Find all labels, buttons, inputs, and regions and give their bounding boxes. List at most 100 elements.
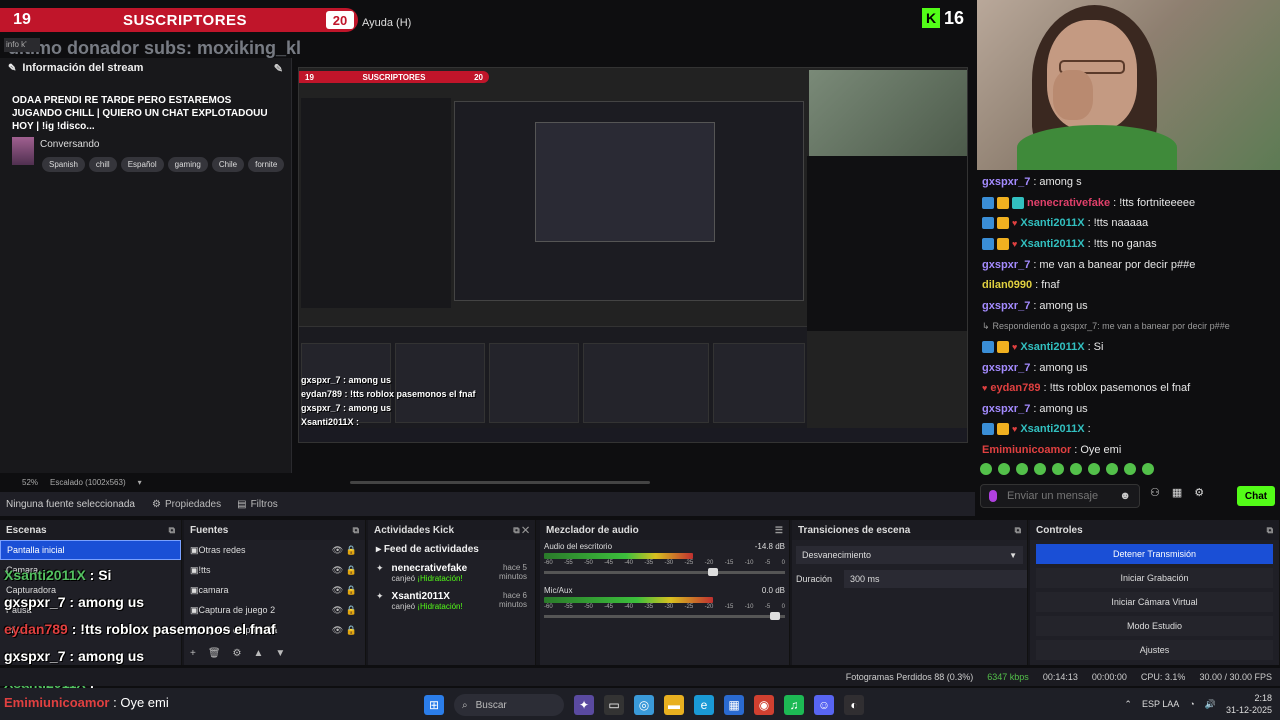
scale-select[interactable]: Escalado (1002x563) (50, 478, 126, 487)
badge-icon (982, 423, 994, 436)
preview-scrollbar[interactable] (350, 481, 650, 484)
control-button[interactable]: Detener Transmisión (1036, 544, 1273, 564)
control-button[interactable]: Iniciar Cámara Virtual (1036, 592, 1273, 612)
emote-icon[interactable] (1052, 463, 1064, 475)
chat-username[interactable]: Xsanti2011X (1020, 217, 1084, 229)
discord-icon[interactable]: ☺ (814, 695, 834, 715)
chat-username[interactable]: gxspxr_7 (982, 176, 1030, 188)
chrome-icon[interactable]: ◉ (754, 695, 774, 715)
kick-feed-title-label: Feed de actividades (383, 544, 479, 555)
obs-status-bar: Fotogramas Perdidos 88 (0.3%) 6347 kbps … (0, 668, 1280, 686)
spotify-icon[interactable]: ♫ (784, 695, 804, 715)
kick-user: Xsanti2011X (391, 591, 450, 602)
volume-slider[interactable] (544, 568, 785, 576)
edge-icon[interactable]: e (694, 695, 714, 715)
copilot-icon[interactable]: ◎ (634, 695, 654, 715)
mic-icon[interactable] (989, 490, 997, 502)
emote-bar[interactable] (980, 460, 1180, 478)
emote-icon[interactable] (1070, 463, 1082, 475)
filters-button[interactable]: ▤ Filtros (229, 499, 286, 510)
help-menu[interactable]: Ayuda (H) (362, 17, 411, 29)
zoom-level[interactable]: 52% (22, 478, 38, 487)
store-icon[interactable]: ▦ (724, 695, 744, 715)
wifi-icon[interactable]: ◔ (1189, 699, 1194, 709)
duration-input[interactable]: 300 ms (844, 570, 1027, 588)
chat-username[interactable]: Emimiunicoamor (982, 444, 1071, 456)
emote-icon[interactable] (1034, 463, 1046, 475)
chat-username[interactable]: eydan789 (990, 382, 1040, 394)
chat-username[interactable]: dilan0990 (982, 279, 1032, 291)
properties-button[interactable]: ⚙ Propiedades (144, 499, 229, 510)
settings-icon[interactable]: ⚙ (1194, 486, 1204, 499)
chat-username[interactable]: Xsanti2011X (1020, 238, 1084, 250)
control-button[interactable]: Iniciar Grabación (1036, 568, 1273, 588)
chat-username[interactable]: gxspxr_7 (982, 362, 1030, 374)
chat-username[interactable]: nenecrativefake (1027, 197, 1110, 209)
source-item[interactable]: ▣ Otras redes 👁 🔒 (184, 540, 365, 560)
scale-tick: -60 (544, 560, 553, 566)
stream-tag[interactable]: Chile (211, 157, 245, 172)
chat-username[interactable]: gxspxr_7 (982, 300, 1030, 312)
emote-icon[interactable] (1016, 463, 1028, 475)
scene-item[interactable]: Pantalla inicial (0, 540, 181, 560)
file-explorer-icon[interactable]: ▬ (664, 695, 684, 715)
emote-icon[interactable] (1124, 463, 1136, 475)
kick-action: canjeó ¡Hidratación! (392, 602, 463, 611)
eye-icon[interactable]: 👁 🔒 (332, 545, 357, 556)
stream-tag[interactable]: Español (120, 157, 164, 172)
volume-icon[interactable]: 🔊 (1205, 699, 1216, 710)
volume-slider[interactable] (544, 612, 785, 620)
emote-icon[interactable] (998, 463, 1010, 475)
dock-menu-icon[interactable]: ⧉ (353, 525, 359, 536)
chat-input[interactable] (1007, 490, 1107, 502)
category-name[interactable]: Conversando (40, 139, 99, 150)
emote-icon[interactable] (980, 463, 992, 475)
chat-colon: : (1087, 423, 1091, 436)
transition-select[interactable]: Desvanecimiento ▼ (796, 546, 1023, 564)
down-icon[interactable]: ▼ (275, 648, 285, 659)
task-view-icon[interactable]: ▭ (604, 695, 624, 715)
chat-input-box[interactable]: ☻ (980, 484, 1140, 508)
widgets-icon[interactable]: ✦ (574, 695, 594, 715)
emote-icon[interactable] (1142, 463, 1154, 475)
close-icon[interactable]: ⧉ ✕ (513, 525, 529, 536)
no-source-label: Ninguna fuente seleccionada (6, 498, 135, 510)
eye-icon[interactable]: 👁 🔒 (332, 585, 357, 596)
dock-menu-icon[interactable]: ⧉ (1267, 525, 1273, 536)
chat-send-button[interactable]: Chat (1237, 486, 1275, 506)
eye-icon[interactable]: 👁 🔒 (332, 625, 357, 636)
edit-icon[interactable]: ✎ (274, 62, 283, 75)
clock[interactable]: 2:18 31-12-2025 (1226, 692, 1272, 716)
source-toolbar: Ninguna fuente seleccionada ⚙ Propiedades… (0, 492, 975, 516)
volume-knob[interactable] (770, 612, 781, 620)
dock-menu-icon[interactable]: ⧉ (169, 525, 175, 536)
stream-tag[interactable]: fornite (248, 157, 285, 172)
dock-menu-icon[interactable]: ☰ (775, 525, 783, 536)
chat-username[interactable]: gxspxr_7 (982, 403, 1030, 415)
windows-start-icon[interactable]: ⊞ (424, 695, 444, 715)
language-indicator[interactable]: ESP LAA (1142, 699, 1179, 709)
gift-icon[interactable]: ▦ (1172, 486, 1182, 499)
volume-knob[interactable] (707, 568, 718, 576)
eye-icon[interactable]: 👁 🔒 (332, 565, 357, 576)
obs-icon[interactable]: ◐ (844, 695, 864, 715)
chat-username[interactable]: gxspxr_7 (982, 259, 1030, 271)
scenes-title: Escenas ⧉ (0, 520, 181, 540)
obs-preview[interactable]: 19 SUSCRIPTORES 20 gxspxr_7 : among us ey… (298, 67, 968, 443)
chevron-down-icon[interactable]: ▾ (138, 478, 142, 487)
chat-username[interactable]: Xsanti2011X (1020, 423, 1084, 435)
emoji-icon[interactable]: ☻ (1119, 490, 1131, 502)
stream-tag[interactable]: Spanish (42, 157, 85, 172)
chat-username[interactable]: Xsanti2011X (1020, 341, 1084, 353)
mod-tools-icon[interactable]: ⚇ (1150, 486, 1160, 499)
stream-tag[interactable]: gaming (167, 157, 208, 172)
control-button[interactable]: Ajustes (1036, 640, 1273, 660)
emote-icon[interactable] (1088, 463, 1100, 475)
control-button[interactable]: Modo Estudio (1036, 616, 1273, 636)
dock-menu-icon[interactable]: ⧉ (1015, 525, 1021, 536)
taskbar-search[interactable]: ⌕ Buscar (454, 694, 564, 716)
emote-icon[interactable] (1106, 463, 1118, 475)
stream-tag[interactable]: chill (88, 157, 117, 172)
eye-icon[interactable]: 👁 🔒 (332, 605, 357, 616)
chevron-up-icon[interactable]: ⌃ (1124, 699, 1132, 710)
